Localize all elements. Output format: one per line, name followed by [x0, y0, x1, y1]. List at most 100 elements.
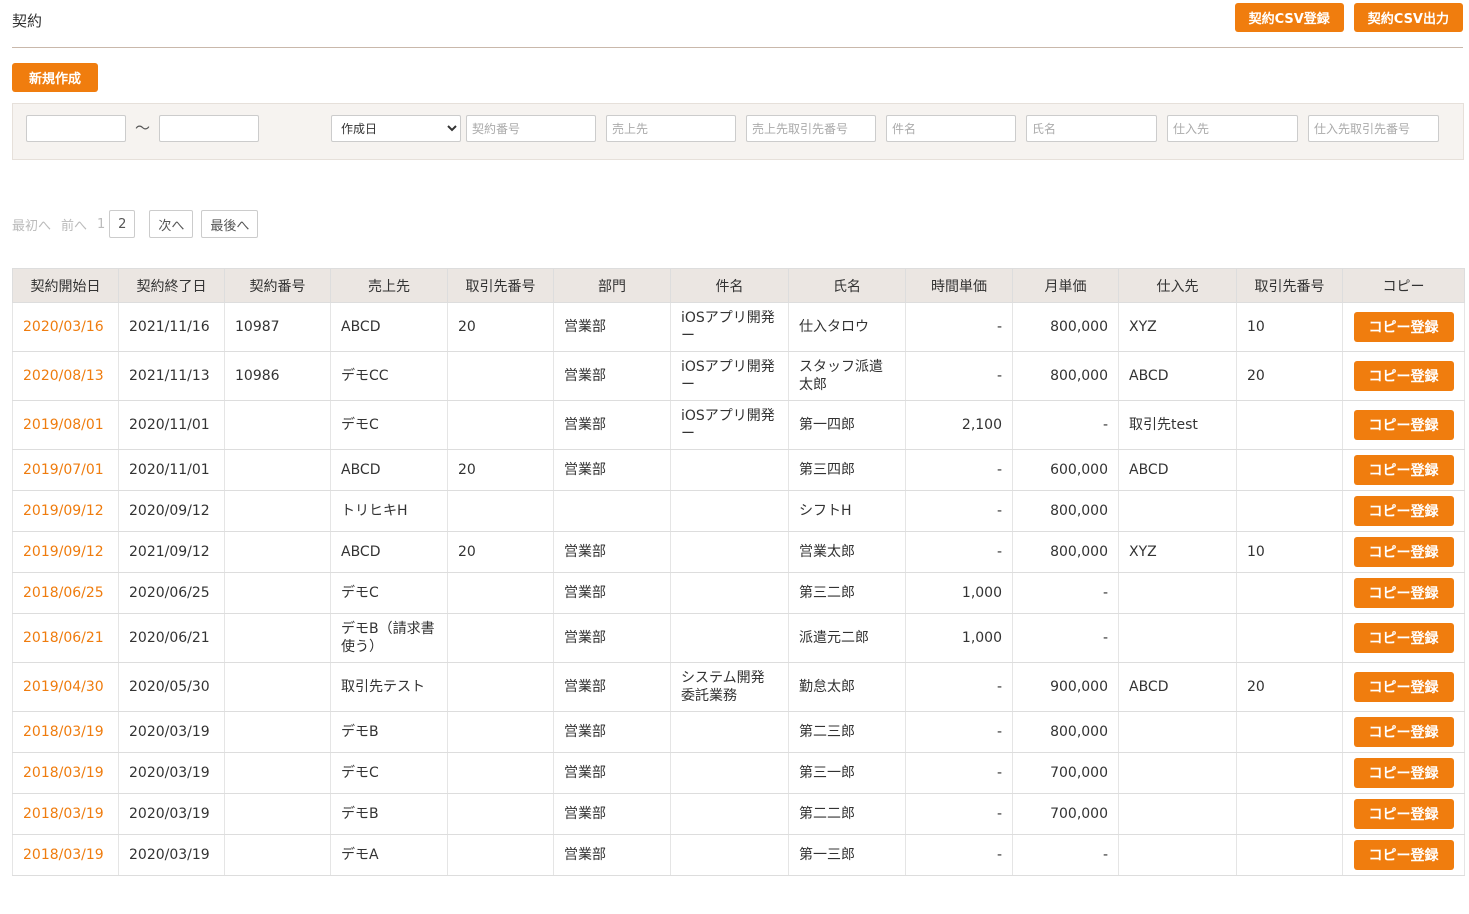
copy-cell: コピー登録: [1342, 613, 1465, 663]
table-row: 2020/08/13 2021/11/13 10986 デモCC 営業部 iOSアプリ開発…: [12, 351, 1465, 401]
table-row: 2018/03/19 2020/03/19 デモB 営業部 第二三郎 -800,000 コピ…: [12, 711, 1465, 753]
contracts-table: 契約開始日 契約終了日 契約番号 売上先 取引先番号 部門 件名 氏名 時間単価…: [12, 268, 1465, 876]
copy-register-button[interactable]: コピー登録: [1353, 455, 1454, 485]
copy-register-button[interactable]: コピー登録: [1353, 537, 1454, 567]
supplier-input[interactable]: [1167, 115, 1298, 142]
end-date-cell: 2020/03/19: [118, 793, 225, 835]
hourly-rate-cell: -: [905, 752, 1013, 794]
end-date-cell: 2020/03/19: [118, 711, 225, 753]
copy-register-button[interactable]: コピー登録: [1353, 799, 1454, 829]
col-header-customer-code[interactable]: 取引先番号: [447, 268, 554, 303]
start-date-link[interactable]: 2018/03/19: [12, 793, 119, 835]
name-cell: 営業太郎: [788, 531, 906, 573]
monthly-rate-cell: 800,000: [1012, 711, 1119, 753]
start-date-link[interactable]: 2018/03/19: [12, 752, 119, 794]
table-header-row: 契約開始日 契約終了日 契約番号 売上先 取引先番号 部門 件名 氏名 時間単価…: [12, 268, 1465, 303]
col-header-start-date[interactable]: 契約開始日: [12, 268, 119, 303]
supplier-code-cell: 10: [1236, 302, 1343, 352]
copy-register-button[interactable]: コピー登録: [1353, 672, 1454, 702]
new-contract-button[interactable]: 新規作成: [12, 63, 98, 92]
date-type-select[interactable]: 作成日: [331, 115, 461, 142]
col-header-name[interactable]: 氏名: [788, 268, 906, 303]
pager-page-2-current: 2: [109, 210, 136, 238]
copy-register-button[interactable]: コピー登録: [1353, 496, 1454, 526]
supplier-code-cell: [1236, 490, 1343, 532]
customer-cell: デモB: [330, 711, 448, 753]
name-cell: 第二二郎: [788, 793, 906, 835]
contract-no-cell: [224, 834, 331, 876]
col-header-contract-no[interactable]: 契約番号: [224, 268, 331, 303]
copy-register-button[interactable]: コピー登録: [1353, 312, 1454, 342]
copy-register-button[interactable]: コピー登録: [1353, 410, 1454, 440]
customer-code-input[interactable]: [746, 115, 876, 142]
supplier-code-cell: 10: [1236, 531, 1343, 573]
copy-cell: コピー登録: [1342, 662, 1465, 712]
col-header-subject[interactable]: 件名: [670, 268, 789, 303]
copy-register-button[interactable]: コピー登録: [1353, 840, 1454, 870]
supplier-cell: [1118, 711, 1237, 753]
contract-no-cell: [224, 752, 331, 794]
copy-register-button[interactable]: コピー登録: [1353, 623, 1454, 653]
col-header-supplier-code[interactable]: 取引先番号: [1236, 268, 1343, 303]
customer-code-cell: 20: [447, 531, 554, 573]
copy-register-button[interactable]: コピー登録: [1353, 361, 1454, 391]
supplier-code-input[interactable]: [1308, 115, 1439, 142]
end-date-cell: 2020/06/21: [118, 613, 225, 663]
customer-code-cell: [447, 662, 554, 712]
end-date-cell: 2020/06/25: [118, 572, 225, 614]
name-cell: 第二三郎: [788, 711, 906, 753]
supplier-code-cell: [1236, 400, 1343, 450]
top-actions: 契約CSV登録 契約CSV出力: [1234, 3, 1463, 32]
copy-cell: コピー登録: [1342, 572, 1465, 614]
start-date-link[interactable]: 2020/03/16: [12, 302, 119, 352]
start-date-link[interactable]: 2019/07/01: [12, 449, 119, 491]
copy-register-button[interactable]: コピー登録: [1353, 758, 1454, 788]
subject-input[interactable]: [886, 115, 1016, 142]
supplier-code-cell: [1236, 793, 1343, 835]
customer-cell: デモB（請求書使う）: [330, 613, 448, 663]
customer-input[interactable]: [606, 115, 736, 142]
start-date-link[interactable]: 2018/06/25: [12, 572, 119, 614]
start-date-link[interactable]: 2019/09/12: [12, 531, 119, 573]
col-header-hourly-rate[interactable]: 時間単価: [905, 268, 1013, 303]
table-row: 2019/04/30 2020/05/30 取引先テスト 営業部 システム開発委託業務勤…: [12, 662, 1465, 712]
supplier-cell: XYZ: [1118, 302, 1237, 352]
start-date-link[interactable]: 2018/06/21: [12, 613, 119, 663]
start-date-link[interactable]: 2019/04/30: [12, 662, 119, 712]
end-date-cell: 2021/11/13: [118, 351, 225, 401]
table-row: 2018/03/19 2020/03/19 デモA 営業部 第一三郎 - - コピー登録: [12, 834, 1465, 876]
start-date-link[interactable]: 2019/09/12: [12, 490, 119, 532]
hourly-rate-cell: 1,000: [905, 613, 1013, 663]
col-header-department[interactable]: 部門: [553, 268, 671, 303]
supplier-cell: [1118, 490, 1237, 532]
customer-code-cell: [447, 793, 554, 835]
name-input[interactable]: [1026, 115, 1157, 142]
col-header-customer[interactable]: 売上先: [330, 268, 448, 303]
contract-no-cell: [224, 400, 331, 450]
supplier-code-cell: [1236, 711, 1343, 753]
date-from-input[interactable]: [26, 115, 126, 142]
customer-code-cell: [447, 572, 554, 614]
subject-cell: [670, 490, 789, 532]
copy-register-button[interactable]: コピー登録: [1353, 717, 1454, 747]
col-header-monthly-rate[interactable]: 月単価: [1012, 268, 1119, 303]
copy-register-button[interactable]: コピー登録: [1353, 578, 1454, 608]
contract-no-input[interactable]: [466, 115, 596, 142]
start-date-link[interactable]: 2019/08/01: [12, 400, 119, 450]
csv-import-button[interactable]: 契約CSV登録: [1234, 3, 1344, 32]
department-cell: 営業部: [553, 711, 671, 753]
supplier-code-cell: [1236, 752, 1343, 794]
pager-next-button[interactable]: 次へ: [149, 210, 194, 238]
start-date-link[interactable]: 2018/03/19: [12, 711, 119, 753]
start-date-link[interactable]: 2020/08/13: [12, 351, 119, 401]
csv-export-button[interactable]: 契約CSV出力: [1353, 3, 1463, 32]
customer-code-cell: 20: [447, 449, 554, 491]
col-header-supplier[interactable]: 仕入先: [1118, 268, 1237, 303]
contract-no-cell: [224, 531, 331, 573]
subject-cell: [670, 711, 789, 753]
pager-last-button[interactable]: 最後へ: [201, 210, 259, 238]
col-header-end-date[interactable]: 契約終了日: [118, 268, 225, 303]
start-date-link[interactable]: 2018/03/19: [12, 834, 119, 876]
customer-cell: トリヒキH: [330, 490, 448, 532]
date-to-input[interactable]: [159, 115, 259, 142]
